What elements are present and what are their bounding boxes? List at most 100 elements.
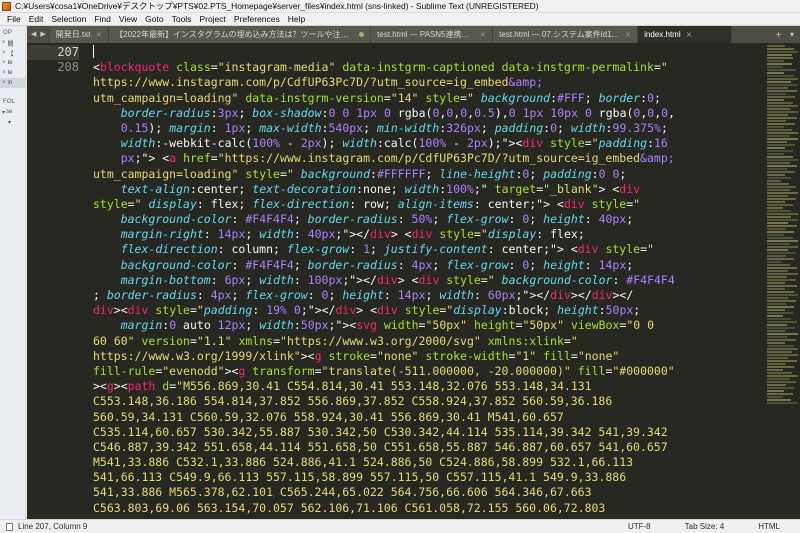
- code-token: 1: [363, 242, 370, 257]
- menu-item-preferences[interactable]: Preferences: [230, 14, 284, 24]
- tab-test-html-system[interactable]: test.html — 07.システム案件id11.8u9.com¥06.開発 …: [493, 26, 639, 43]
- code-token: ;: [557, 120, 571, 135]
- close-icon[interactable]: ×: [2, 40, 6, 46]
- sublime-text-icon: [2, 1, 11, 11]
- close-icon[interactable]: ×: [2, 50, 6, 56]
- menu-item-selection[interactable]: Selection: [47, 14, 90, 24]
- menu-item-tools[interactable]: Tools: [168, 14, 196, 24]
- minimap-line: [767, 372, 792, 374]
- code-token: justify-content: [383, 242, 488, 257]
- menu-item-find[interactable]: Find: [90, 14, 115, 24]
- sidebar-open-file-item[interactable]: × te: [0, 68, 25, 78]
- minimap-line: [767, 363, 786, 365]
- code-token: "none": [376, 348, 419, 363]
- minimap-line: [767, 285, 797, 287]
- code-token: 2px: [300, 136, 322, 151]
- minimap-line: [767, 144, 796, 146]
- code-token: data-instgrm-captioned data-instgrm-perm…: [342, 60, 654, 75]
- sidebar-open-file-item[interactable]: × 【: [0, 48, 25, 58]
- code-token: ;: [328, 288, 343, 302]
- code-token: style: [93, 196, 128, 211]
- tab-bar-controls: + ▾: [769, 26, 800, 43]
- code-token: div: [127, 303, 149, 318]
- chevron-down-icon[interactable]: ▾: [8, 119, 11, 126]
- minimap-line: [767, 231, 795, 233]
- tab-label: test.html — 07.システム案件id11.8u9.com¥06.開発: [499, 30, 619, 39]
- minimap[interactable]: [766, 43, 800, 519]
- minimap-line: [767, 99, 784, 101]
- menu-item-goto[interactable]: Goto: [141, 14, 167, 24]
- chevron-down-icon[interactable]: ▾: [2, 109, 5, 116]
- minimap-line: [767, 402, 798, 404]
- tab-overflow-menu-icon[interactable]: ▾: [790, 30, 794, 39]
- code-editor-text[interactable]: <blockquote class="instagram-media" data…: [89, 43, 766, 519]
- code-token: ;: [293, 257, 308, 272]
- code-token: > <: [598, 181, 620, 196]
- code-token: 560.59,34.131 C560.59,32.076 558.924,30.…: [93, 409, 564, 424]
- code-token: > <: [390, 227, 412, 242]
- code-token: :: [591, 166, 599, 181]
- sidebar-open-file-item[interactable]: × 開: [0, 38, 25, 48]
- menu-item-view[interactable]: View: [115, 14, 141, 24]
- code-token: &amp;: [508, 75, 544, 90]
- code-token: 100%: [418, 136, 447, 151]
- minimap-line: [767, 387, 795, 389]
- tab-prev-icon[interactable]: ◀: [31, 31, 36, 38]
- tab-navigation: ◀ ▶: [27, 26, 50, 43]
- code-line: margin-right: 14px; width: 40px;"></div>…: [93, 227, 766, 242]
- tab-size-status[interactable]: Tab Size: 4: [685, 522, 725, 531]
- sidebar-folder-item[interactable]: ▾: [0, 117, 25, 127]
- minimap-line: [767, 249, 788, 251]
- minimap-line: [767, 315, 783, 317]
- code-token: rgba(: [591, 105, 634, 120]
- minimap-line: [767, 153, 784, 155]
- sidebar: OP × 開 × 【 × te × te × in FOL ▾ se ▾: [0, 26, 27, 519]
- code-token: div: [93, 303, 114, 318]
- close-icon[interactable]: ×: [95, 30, 102, 39]
- code-token: C553.148,36.186 554.814,37.852 556.869,3…: [93, 394, 613, 409]
- minimap-line: [767, 375, 798, 377]
- code-token: :: [598, 303, 606, 318]
- code-token: xmlns:xlink: [487, 333, 564, 348]
- sidebar-folder-item[interactable]: ▾ se: [0, 107, 25, 117]
- tab-test-html-blog[interactable]: test.html — PASN5連携サービスblog ×: [371, 26, 494, 43]
- close-icon[interactable]: ×: [686, 30, 693, 39]
- code-line: margin-bottom: 6px; width: 100px;"></div…: [93, 273, 766, 288]
- sidebar-open-file-item-selected[interactable]: × in: [0, 78, 25, 88]
- code-token: rgba(: [390, 105, 433, 120]
- code-token: margin: [169, 120, 211, 135]
- tab-instagram-article[interactable]: 【2022年最新】インスタグラムの埋め込み方法は？ツールや注意点について解説: [109, 26, 372, 43]
- minimap-line: [767, 270, 788, 272]
- close-icon[interactable]: ×: [2, 60, 6, 66]
- minimap-line: [767, 219, 798, 221]
- menu-item-help[interactable]: Help: [284, 14, 309, 24]
- tab-kaihatsu-txt[interactable]: 開発日.txt ×: [49, 26, 110, 43]
- tab-index-html[interactable]: index.html ×: [638, 26, 733, 43]
- minimap-line: [767, 258, 795, 260]
- code-token: 0.5: [474, 105, 495, 120]
- code-line: ; border-radius: 4px; flex-grow: 0; heig…: [93, 288, 766, 303]
- menu-item-edit[interactable]: Edit: [25, 14, 48, 24]
- sidebar-open-file-item[interactable]: × te: [0, 58, 25, 68]
- minimap-line: [767, 330, 786, 332]
- encoding-status[interactable]: UTF-8: [628, 522, 651, 531]
- close-icon[interactable]: ×: [2, 80, 6, 86]
- code-token: : center;"> <: [487, 242, 578, 257]
- minimap-line: [767, 342, 785, 344]
- menu-item-project[interactable]: Project: [195, 14, 229, 24]
- close-icon[interactable]: ×: [479, 30, 486, 39]
- code-token: "translate(-511.000000, -20.000000)": [321, 363, 571, 378]
- menu-item-file[interactable]: File: [3, 14, 25, 24]
- tab-next-icon[interactable]: ▶: [40, 31, 45, 38]
- code-token: > <: [356, 303, 378, 318]
- code-token: :: [252, 303, 267, 318]
- close-icon[interactable]: ×: [624, 30, 631, 39]
- code-token: ": [286, 166, 301, 181]
- minimap-line: [767, 189, 790, 191]
- code-token: padding: [494, 120, 544, 135]
- new-tab-icon[interactable]: +: [775, 30, 782, 39]
- syntax-status[interactable]: HTML: [758, 522, 780, 531]
- code-token: ;": [473, 181, 495, 196]
- close-icon[interactable]: ×: [2, 70, 6, 76]
